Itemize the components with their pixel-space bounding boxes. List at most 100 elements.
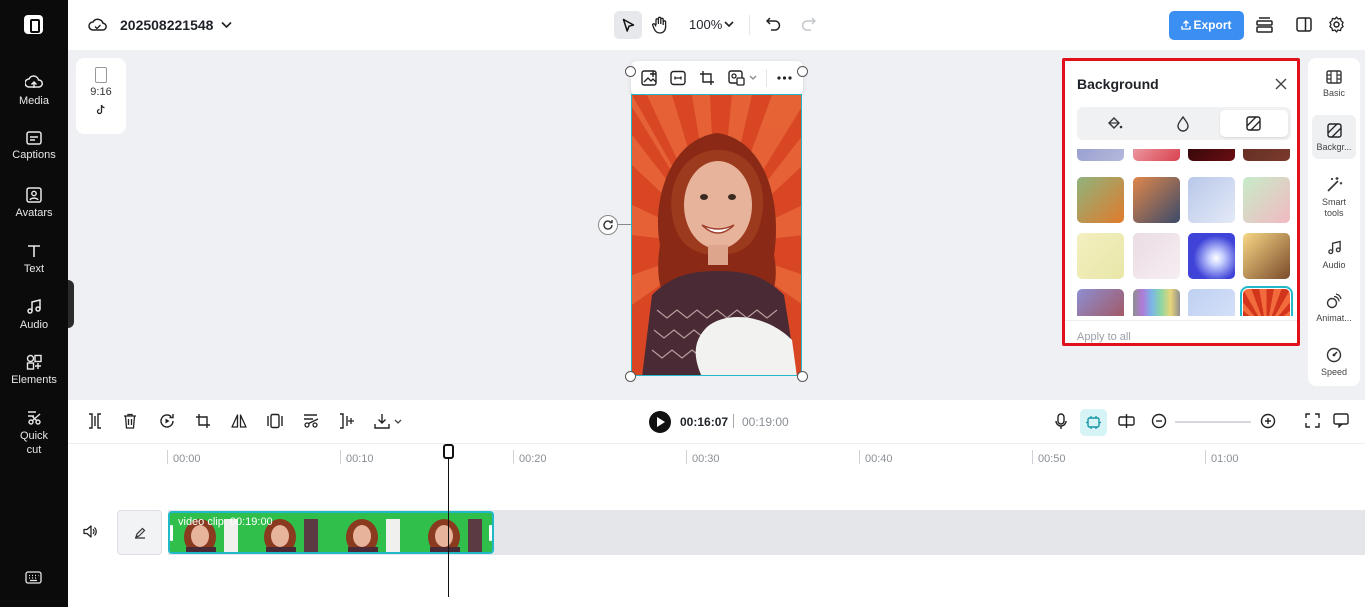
resize-handle-bottom-right[interactable] <box>797 371 808 382</box>
property-tab-speed[interactable]: Speed <box>1308 347 1360 378</box>
close-icon[interactable] <box>1275 78 1287 90</box>
background-thumbnail-blue-bubbles[interactable] <box>1188 289 1235 316</box>
background-thumbnail-red-sunburst[interactable] <box>1240 286 1293 316</box>
video-clip[interactable]: video clip 00:19:00 <box>168 511 494 554</box>
cloud-sync-icon[interactable] <box>88 17 107 32</box>
auto-split-icon[interactable] <box>339 413 355 429</box>
elements-icon <box>26 354 42 370</box>
ruler-time-label: 00:00 <box>173 453 201 465</box>
property-tab-audio[interactable]: Audio <box>1308 240 1360 271</box>
background-thumbnail-purple-fruit-pattern[interactable] <box>1077 289 1124 316</box>
avatar-icon <box>26 187 42 203</box>
image-pattern-icon <box>1246 116 1261 131</box>
background-thumbnail-sunset-clouds[interactable] <box>1133 177 1180 223</box>
flip-icon[interactable] <box>231 413 247 429</box>
layers-stack-icon[interactable] <box>1256 16 1273 33</box>
ruler-tick <box>513 450 514 464</box>
sidebar-item-avatars[interactable]: Avatars <box>0 187 68 220</box>
app-logo[interactable] <box>24 15 43 34</box>
chevron-down-icon[interactable] <box>221 21 232 29</box>
canvas-floating-toolbar <box>631 61 803 95</box>
upload-icon <box>1181 20 1192 30</box>
speaker-volume-icon[interactable] <box>83 525 97 538</box>
delete-trash-icon[interactable] <box>123 413 137 429</box>
timeline-zoom-slider[interactable] <box>1175 421 1251 423</box>
panel-layout-icon[interactable] <box>1296 17 1312 32</box>
background-thumbnail-brown-plaid[interactable] <box>1243 149 1290 161</box>
fullscreen-icon[interactable] <box>1305 413 1320 428</box>
zoom-level[interactable]: 100% <box>689 17 722 32</box>
split-icon[interactable] <box>88 413 102 429</box>
crop-icon[interactable] <box>195 413 211 429</box>
freeze-frame-icon[interactable] <box>267 413 283 429</box>
more-horizontal-icon[interactable] <box>777 76 792 80</box>
chevron-down-icon[interactable] <box>749 75 757 81</box>
background-thumbnail-blue-plaid[interactable] <box>1188 177 1235 223</box>
background-thumbnail-rainbow-stripes[interactable] <box>1133 289 1180 316</box>
auto-snap-button[interactable] <box>1080 409 1107 436</box>
edit-cover-button[interactable] <box>117 510 162 555</box>
aspect-ratio-label: 9:16 <box>90 86 112 98</box>
chevron-down-icon[interactable] <box>394 419 402 425</box>
resize-handle-top-left[interactable] <box>625 66 636 77</box>
property-tab-background[interactable]: Backgr... <box>1312 115 1356 159</box>
sidebar-item-quick-cut[interactable]: Quick cut <box>0 410 68 457</box>
sidebar-item-media[interactable]: Media <box>0 75 68 108</box>
video-preview[interactable] <box>631 94 802 376</box>
redo-icon[interactable] <box>801 17 816 31</box>
feedback-icon[interactable] <box>1333 413 1349 428</box>
sidebar-item-audio[interactable]: Audio <box>0 299 68 332</box>
split-track-icon[interactable] <box>1118 413 1135 429</box>
microphone-icon[interactable] <box>1055 413 1067 430</box>
sidebar-item-text[interactable]: Text <box>0 243 68 276</box>
replace-image-icon[interactable] <box>641 70 658 86</box>
background-thumbnail-green-orange[interactable] <box>1077 177 1124 223</box>
download-icon[interactable] <box>374 413 390 429</box>
sidebar-item-captions[interactable]: Captions <box>0 131 68 162</box>
aspect-ratio-card[interactable]: 9:16 <box>76 58 126 134</box>
ruler-tick <box>1205 450 1206 464</box>
background-thumbnail-dark-red[interactable] <box>1188 149 1235 161</box>
export-button[interactable]: Export <box>1169 11 1244 40</box>
magic-wand-icon <box>1326 177 1342 192</box>
play-button[interactable] <box>649 411 671 433</box>
background-thumbnail-pink-floral[interactable] <box>1133 149 1180 161</box>
fit-frame-icon[interactable] <box>670 70 686 86</box>
background-thumbnail-pink-marble[interactable] <box>1133 233 1180 279</box>
crop-icon[interactable] <box>699 70 715 86</box>
sidebar-item-elements[interactable]: Elements <box>0 354 68 387</box>
zoom-in-icon[interactable] <box>1260 413 1276 429</box>
background-thumbnail-blue-light-burst[interactable] <box>1188 233 1235 279</box>
background-thumbnail-yellow-daisies[interactable] <box>1077 233 1124 279</box>
tab-color-fill[interactable] <box>1080 110 1148 137</box>
settings-gear-icon[interactable] <box>1328 16 1345 33</box>
hand-pan-icon[interactable] <box>652 16 668 34</box>
clip-trim-handle-right[interactable] <box>489 525 492 541</box>
property-tab-smart-tools[interactable]: Smart tools <box>1308 176 1360 219</box>
background-panel: Background Apply to all <box>1062 58 1300 346</box>
background-remove-icon[interactable] <box>728 70 745 86</box>
background-thumbnail-gradient-blue[interactable] <box>1077 149 1124 161</box>
background-thumbnail-mint-pink[interactable] <box>1243 177 1290 223</box>
apply-to-all-button[interactable]: Apply to all <box>1077 331 1131 343</box>
zoom-out-icon[interactable] <box>1151 413 1167 429</box>
scene-cut-icon[interactable] <box>303 413 320 429</box>
keyboard-icon[interactable] <box>25 571 42 584</box>
chevron-down-icon[interactable] <box>724 21 734 28</box>
replay-icon[interactable] <box>159 413 175 429</box>
tab-blur[interactable] <box>1150 110 1218 137</box>
sidebar-collapse-handle[interactable] <box>68 280 74 328</box>
background-thumbnail-yellow-bear[interactable] <box>1243 233 1290 279</box>
project-name[interactable]: 202508221548 <box>120 17 213 33</box>
clip-trim-handle-left[interactable] <box>170 525 173 541</box>
resize-handle-top-right[interactable] <box>797 66 808 77</box>
property-tab-basic[interactable]: Basic <box>1308 70 1360 99</box>
resize-handle-bottom-left[interactable] <box>625 371 636 382</box>
undo-icon[interactable] <box>766 17 781 31</box>
rotate-handle[interactable] <box>598 215 618 235</box>
playhead-handle[interactable] <box>443 444 454 459</box>
property-tab-animation[interactable]: Animat... <box>1308 293 1360 324</box>
tab-image-pattern[interactable] <box>1220 110 1288 137</box>
select-tool-button[interactable] <box>614 11 642 39</box>
ruler-time-label: 00:40 <box>865 453 893 465</box>
